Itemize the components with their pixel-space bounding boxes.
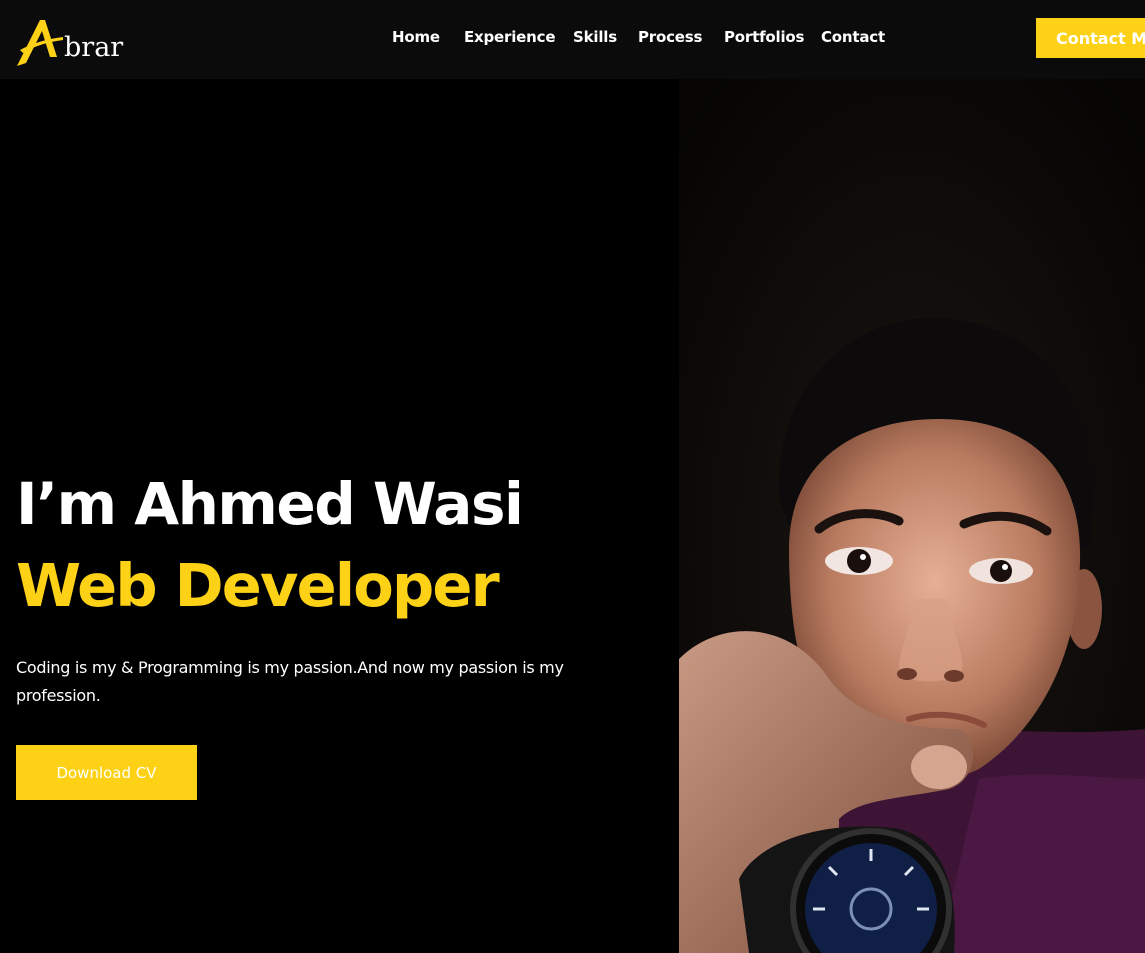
nav-item-skills[interactable]: Skills	[573, 28, 617, 46]
profile-photo	[679, 79, 1145, 953]
nav-item-experience[interactable]: Experience	[464, 28, 555, 46]
hero-section: I’m Ahmed Wasi Web Developer Coding is m…	[0, 79, 1145, 953]
hero-description: Coding is my & Programming is my passion…	[16, 658, 564, 705]
portrait-illustration	[679, 79, 1145, 953]
site-logo[interactable]: brar	[15, 17, 130, 69]
logo-text: brar	[64, 32, 124, 63]
portfolio-page: brar Home Experience Skills Process Port…	[0, 0, 1145, 953]
nav-item-portfolios[interactable]: Portfolios	[724, 28, 804, 46]
nav-item-process[interactable]: Process	[638, 28, 702, 46]
hero-role: Web Developer	[16, 551, 500, 620]
logo-a-icon	[17, 20, 63, 66]
download-cv-button[interactable]: Download CV	[16, 745, 197, 800]
hero-title: I’m Ahmed Wasi	[16, 470, 524, 538]
contact-me-button[interactable]: Contact Me	[1036, 18, 1145, 58]
site-header: brar Home Experience Skills Process Port…	[0, 0, 1145, 79]
nav-item-home[interactable]: Home	[392, 28, 440, 46]
nav-item-contact[interactable]: Contact	[821, 28, 885, 46]
